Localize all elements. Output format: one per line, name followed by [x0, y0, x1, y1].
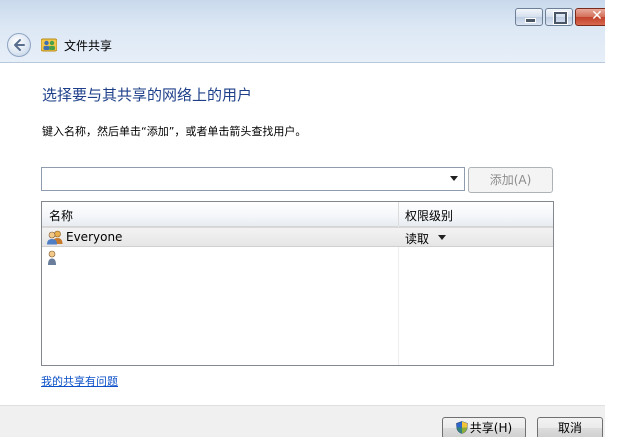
minimize-icon	[525, 18, 536, 23]
file-sharing-window: ✕ 文件共享 选择要与其共享的网络上的用户 键入名称，然后单击“添加”，或者单击…	[0, 0, 605, 437]
instruction-text: 键入名称，然后单击“添加”，或者单击箭头查找用户。	[42, 125, 307, 138]
uac-shield-icon	[455, 421, 468, 434]
page-heading: 选择要与其共享的网络上的用户	[42, 86, 253, 104]
maximize-button[interactable]	[545, 8, 573, 26]
list-header: 名称 权限级别	[42, 202, 553, 227]
user-name-combobox[interactable]	[41, 167, 465, 191]
column-header-name[interactable]: 名称	[49, 207, 73, 224]
list-item-name: Everyone	[66, 230, 123, 244]
user-icon	[48, 250, 56, 265]
close-icon: ✕	[591, 8, 603, 24]
back-arrow-icon	[14, 39, 25, 51]
list-item[interactable]	[42, 248, 553, 268]
list-item[interactable]: Everyone 读取	[42, 227, 553, 247]
maximize-icon	[554, 12, 567, 24]
share-button-label: 共享(H)	[469, 421, 513, 435]
share-button[interactable]: 共享(H)	[442, 417, 526, 437]
back-button[interactable]	[7, 33, 31, 57]
users-group-icon	[47, 230, 63, 245]
chevron-down-icon[interactable]	[438, 235, 446, 240]
close-button[interactable]: ✕	[575, 8, 605, 26]
window-title: 文件共享	[64, 39, 113, 53]
permission-select[interactable]: 读取	[405, 230, 429, 247]
chevron-down-icon[interactable]	[450, 176, 458, 181]
column-header-permission[interactable]: 权限级别	[405, 207, 453, 224]
background-strip	[605, 0, 627, 437]
title-bar: ✕ 文件共享	[0, 0, 605, 63]
column-divider[interactable]	[398, 202, 399, 226]
users-group-icon	[41, 38, 57, 52]
cancel-button[interactable]: 取消	[537, 417, 603, 437]
sharing-help-link[interactable]: 我的共享有问题	[41, 373, 118, 389]
dialog-footer: 共享(H) 取消	[0, 405, 605, 437]
add-button[interactable]: 添加(A)	[468, 167, 553, 193]
window-controls: ✕	[515, 8, 605, 28]
user-permission-list[interactable]: 名称 权限级别 Everyone 读取	[41, 201, 554, 366]
minimize-button[interactable]	[515, 8, 543, 26]
